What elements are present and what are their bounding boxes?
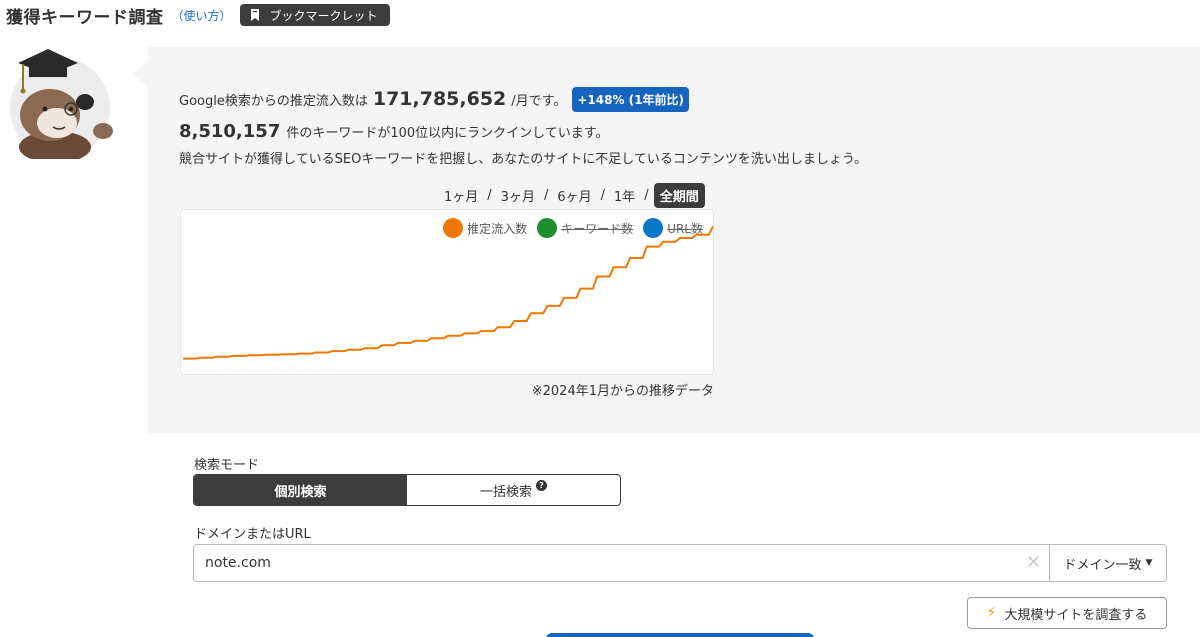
clear-icon[interactable]: ✕ bbox=[1026, 553, 1041, 573]
traffic-value: 171,785,652 bbox=[372, 88, 507, 110]
legend-dot bbox=[537, 218, 558, 238]
period-separator: / bbox=[600, 187, 606, 203]
bulk-search-button[interactable]: 一括検索 ? bbox=[407, 475, 620, 505]
bookmarklet-label: ブックマークレット bbox=[269, 8, 378, 23]
domain-input-label: ドメインまたはURL bbox=[194, 527, 311, 542]
legend-item[interactable]: キーワード数 bbox=[537, 218, 633, 238]
page-header: 獲得キーワード調査 （使い方） ブックマークレット bbox=[6, 3, 390, 28]
legend-dot bbox=[443, 218, 464, 238]
help-icon[interactable]: ? bbox=[536, 479, 547, 491]
individual-search-label: 個別検索 bbox=[274, 484, 327, 500]
period-separator: / bbox=[543, 187, 549, 203]
traffic-prefix: Google検索からの推定流入数は bbox=[179, 93, 368, 109]
growth-badge: +148% (1年前比) bbox=[572, 86, 689, 112]
bookmark-icon bbox=[250, 9, 259, 21]
summary-description: 競合サイトが獲得しているSEOキーワードを把握し、あなたのサイトに不足しているコ… bbox=[179, 152, 868, 167]
traffic-chart: 推定流入数 キーワード数 URL数 bbox=[180, 209, 714, 375]
bulk-search-label: 一括検索 bbox=[479, 484, 532, 500]
page-title: 獲得キーワード調査 bbox=[6, 7, 164, 28]
bookmarklet-button[interactable]: ブックマークレット bbox=[239, 4, 390, 26]
large-site-research-label: 大規模サイトを調査する bbox=[1004, 607, 1148, 623]
submit-button[interactable] bbox=[546, 633, 814, 637]
chart-note: ※2024年1月からの推移データ bbox=[531, 384, 714, 399]
keyword-text: 件のキーワードが100位以内にランクインしています。 bbox=[286, 125, 609, 141]
legend-label: 推定流入数 bbox=[467, 221, 528, 236]
legend-item[interactable]: URL数 bbox=[643, 218, 703, 238]
period-option[interactable]: 1ヶ月 bbox=[440, 186, 482, 205]
keyword-summary: 8,510,157 件のキーワードが100位以内にランクインしています。 bbox=[179, 119, 608, 143]
caret-down-icon: ▼ bbox=[1145, 558, 1153, 568]
individual-search-button[interactable]: 個別検索 bbox=[194, 475, 407, 505]
legend-label: キーワード数 bbox=[561, 221, 634, 236]
domain-input[interactable] bbox=[193, 544, 1049, 582]
match-type-label: ドメイン一致 bbox=[1063, 557, 1142, 573]
period-option[interactable]: 全期間 bbox=[653, 182, 705, 208]
period-option[interactable]: 1年 bbox=[610, 186, 639, 205]
keyword-count: 8,510,157 bbox=[179, 120, 281, 142]
sea-otter-mascot-avatar bbox=[10, 49, 113, 159]
search-mode-toggle: 個別検索 一括検索 ? bbox=[193, 474, 621, 506]
speech-bubble-tail bbox=[132, 60, 149, 88]
traffic-summary: Google検索からの推定流入数は 171,785,652 /月です。 +148… bbox=[179, 84, 689, 114]
legend-label: URL数 bbox=[667, 221, 703, 236]
period-option[interactable]: 6ヶ月 bbox=[553, 186, 595, 205]
lightning-icon: ⚡ bbox=[986, 605, 997, 621]
period-separator: / bbox=[487, 187, 492, 203]
traffic-suffix: /月です。 bbox=[511, 93, 567, 109]
period-selector: 1ヶ月/3ヶ月/6ヶ月/1年 / 全期間 bbox=[440, 182, 705, 208]
series-line bbox=[183, 225, 714, 360]
chart-legend: 推定流入数 キーワード数 URL数 bbox=[433, 218, 703, 238]
large-site-research-button[interactable]: ⚡ 大規模サイトを調査する bbox=[967, 597, 1167, 629]
domain-input-group: ✕ ドメイン一致 ▼ bbox=[193, 544, 1167, 582]
match-type-select[interactable]: ドメイン一致 ▼ bbox=[1049, 544, 1167, 582]
howto-link[interactable]: （使い方） bbox=[172, 7, 232, 24]
legend-dot bbox=[643, 218, 664, 238]
search-mode-label: 検索モード bbox=[194, 458, 260, 473]
legend-item[interactable]: 推定流入数 bbox=[443, 218, 527, 238]
period-separator: / bbox=[644, 187, 649, 203]
period-option[interactable]: 3ヶ月 bbox=[497, 186, 539, 205]
